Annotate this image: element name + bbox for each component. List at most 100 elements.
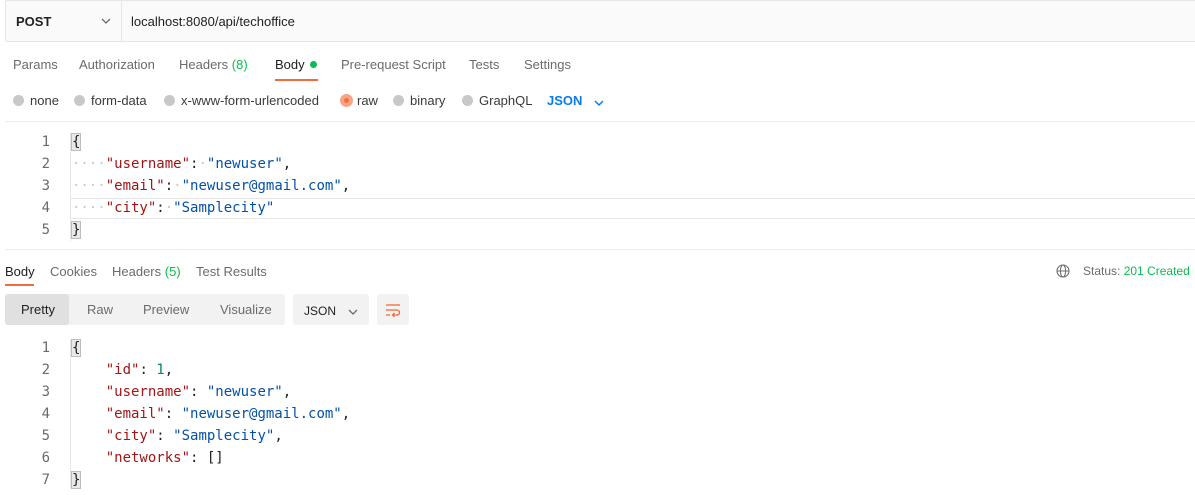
radio-raw-label[interactable]: raw (357, 93, 378, 108)
line-number: 3 (41, 178, 50, 194)
json-value: "newuser" (206, 384, 283, 400)
body-indicator-dot (309, 61, 317, 68)
tab-settings[interactable]: Settings (524, 57, 571, 72)
line-number: 5 (41, 428, 50, 444)
status-code[interactable]: 201 Created (1124, 264, 1190, 278)
json-comma: , (282, 156, 292, 172)
response-tab-cookies[interactable]: Cookies (50, 264, 97, 279)
active-tab-underline (275, 79, 318, 81)
line-number: 4 (41, 200, 50, 216)
indent-guide (70, 340, 71, 488)
method-select[interactable]: POST (6, 1, 122, 41)
json-key: "id" (105, 362, 140, 378)
json-key: "city" (105, 200, 157, 216)
json-value: "newuser@gmail.com" (181, 406, 342, 422)
tab-headers-label: Headers (179, 57, 229, 72)
radio-graphql[interactable] (462, 95, 473, 106)
view-preview-button[interactable]: Preview (143, 302, 189, 317)
open-brace: { (70, 133, 82, 151)
url-input[interactable]: localhost:8080/api/techoffice (131, 14, 295, 29)
response-tab-headers-label: Headers (112, 264, 162, 279)
json-value: "newuser@gmail.com" (181, 178, 342, 194)
globe-icon[interactable] (1056, 264, 1070, 278)
view-pretty-button[interactable]: Pretty (21, 302, 55, 317)
json-key: "networks" (105, 450, 191, 466)
line-number: 1 (41, 340, 50, 356)
line-number: 2 (41, 362, 50, 378)
chevron-down-icon (101, 18, 111, 24)
tab-headers[interactable]: Headers (8) (179, 57, 248, 72)
json-comma: , (274, 428, 283, 444)
body-format-dropdown[interactable]: JSON (547, 93, 582, 108)
line-number: 3 (41, 384, 50, 400)
response-tab-test-results[interactable]: Test Results (196, 264, 267, 279)
radio-raw[interactable] (340, 94, 353, 107)
json-key: "username" (105, 156, 191, 172)
line-number: 5 (41, 222, 50, 238)
json-value: "newuser" (206, 156, 283, 172)
radio-none-label[interactable]: none (30, 93, 59, 108)
code-line: } (70, 221, 82, 239)
tab-params[interactable]: Params (13, 57, 58, 72)
tab-tests[interactable]: Tests (469, 57, 499, 72)
chevron-down-icon (594, 100, 604, 107)
radio-urlencoded-label[interactable]: x-www-form-urlencoded (181, 93, 319, 108)
code-line: "email": "newuser@gmail.com", (105, 406, 351, 422)
code-line: { (70, 339, 82, 357)
json-value: 1 (156, 362, 165, 378)
indent-guide (70, 133, 71, 241)
json-value: [] (206, 450, 224, 466)
code-line: "networks": [] (105, 450, 224, 466)
code-line: "username": "newuser", (105, 384, 292, 400)
json-comma: , (341, 178, 351, 194)
tab-body[interactable]: Body (275, 57, 317, 72)
tab-authorization[interactable]: Authorization (79, 57, 155, 72)
json-value: "Samplecity" (173, 200, 275, 216)
radio-form-data-label[interactable]: form-data (91, 93, 147, 108)
response-format-label: JSON (304, 304, 337, 318)
view-visualize-button[interactable]: Visualize (220, 302, 272, 317)
json-key: "email" (105, 178, 165, 194)
radio-form-data[interactable] (74, 95, 85, 106)
radio-urlencoded[interactable] (164, 95, 175, 106)
code-line: ····"username":·"newuser", (72, 156, 292, 172)
code-line: } (70, 471, 82, 489)
radio-binary[interactable] (393, 95, 404, 106)
tab-headers-count: (8) (231, 57, 248, 72)
radio-binary-label[interactable]: binary (410, 93, 445, 108)
wrap-lines-button[interactable] (377, 294, 409, 325)
response-tab-headers[interactable]: Headers (5) (112, 264, 181, 279)
method-label: POST (16, 14, 52, 29)
json-comma: , (164, 362, 174, 378)
line-number: 4 (41, 406, 50, 422)
response-tab-body[interactable]: Body (5, 264, 35, 279)
json-key: "username" (105, 384, 191, 400)
code-line: "id": 1, (105, 362, 174, 378)
code-line: { (70, 133, 82, 151)
code-line: ····"city":·"Samplecity" (72, 200, 275, 216)
tab-body-label: Body (275, 57, 305, 72)
url-bar: POST localhost:8080/api/techoffice (5, 0, 1195, 42)
view-raw-button[interactable]: Raw (87, 302, 113, 317)
radio-graphql-label[interactable]: GraphQL (479, 93, 532, 108)
json-comma: , (341, 406, 351, 422)
radio-none[interactable] (13, 95, 24, 106)
open-brace: { (70, 339, 82, 357)
active-response-tab-underline (5, 284, 34, 286)
code-line: ····"email":·"newuser@gmail.com", (72, 178, 351, 194)
status-label: Status: (1083, 264, 1121, 278)
json-comma: , (282, 384, 292, 400)
response-status: Status: 201 Created (1083, 264, 1190, 278)
json-value: "Samplecity" (173, 428, 275, 444)
json-key: "city" (105, 428, 157, 444)
chevron-down-icon (348, 309, 358, 315)
code-line: "city": "Samplecity", (105, 428, 283, 444)
line-number: 7 (41, 472, 50, 488)
close-brace: } (70, 221, 82, 239)
response-tab-headers-count: (5) (164, 264, 181, 279)
tab-prerequest-script[interactable]: Pre-request Script (341, 57, 446, 72)
line-number: 1 (41, 134, 50, 150)
wrap-lines-icon (386, 304, 401, 318)
line-number: 2 (41, 156, 50, 172)
line-number: 6 (41, 450, 50, 466)
